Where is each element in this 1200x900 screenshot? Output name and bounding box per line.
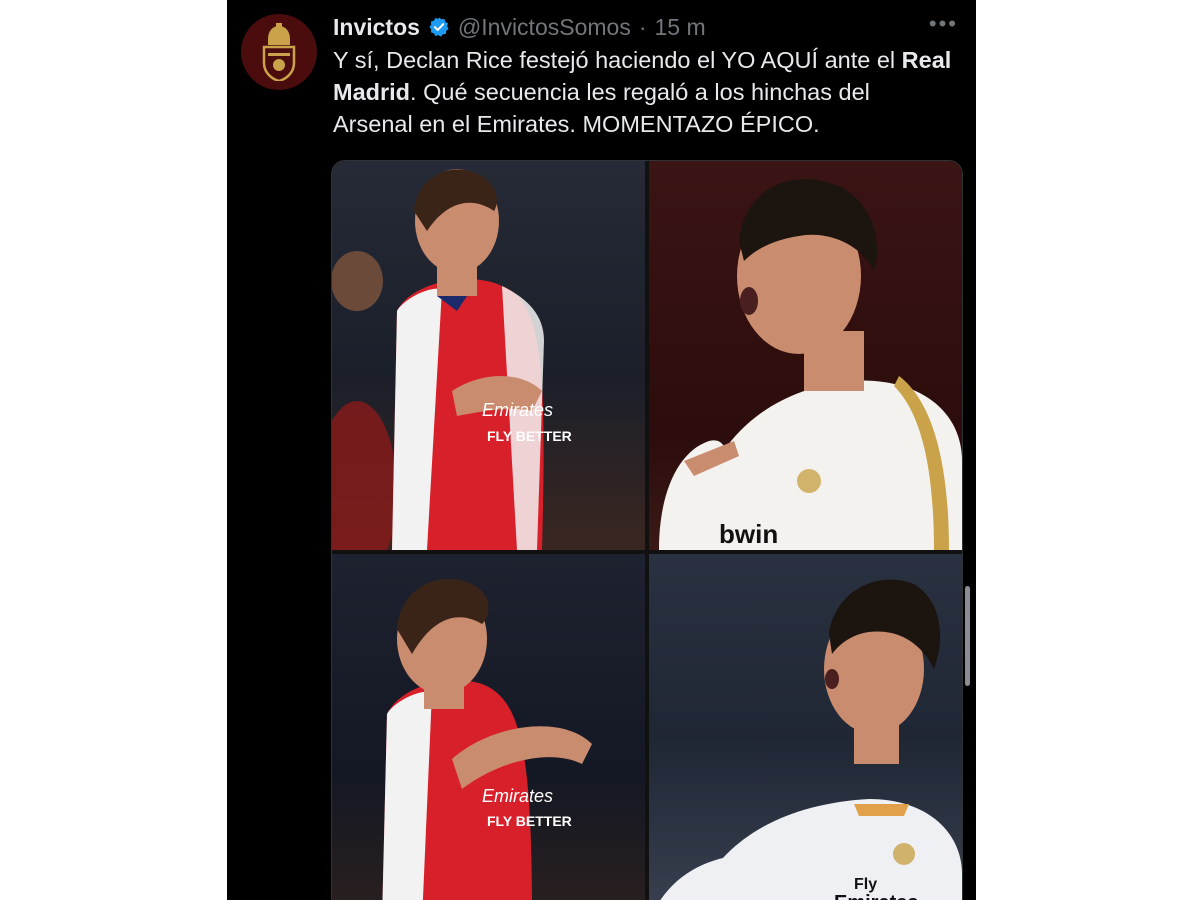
tweet-timestamp[interactable]: 15 m bbox=[655, 13, 706, 41]
player-figure: bwin bbox=[659, 179, 962, 550]
separator-dot: · bbox=[638, 14, 647, 40]
scrollbar[interactable] bbox=[965, 586, 970, 686]
sponsor-subtext: Emirates bbox=[834, 892, 919, 900]
author-handle[interactable]: @InvictosSomos bbox=[458, 13, 631, 41]
sponsor-subtext: FLY BETTER bbox=[487, 813, 572, 829]
player-figure: Emirates FLY BETTER bbox=[332, 169, 572, 550]
declan-rice-photo-2[interactable]: Emirates FLY BETTER bbox=[332, 554, 645, 900]
more-horizontal-icon[interactable]: ••• bbox=[929, 13, 958, 35]
sponsor-text: bwin bbox=[719, 519, 778, 549]
tweet-text-part1: Y sí, Declan Rice festejó haciendo el YO… bbox=[333, 47, 902, 73]
media-grid: Emirates FLY BETTER bwin Emirates FLY BE… bbox=[331, 160, 963, 900]
player-figure: Emirates FLY BETTER bbox=[382, 579, 592, 900]
sponsor-text: Emirates bbox=[482, 400, 553, 420]
tweet-screen: Invictos @InvictosSomos · 15 m ••• Y sí,… bbox=[227, 0, 976, 900]
sponsor-subtext: FLY BETTER bbox=[487, 428, 572, 444]
declan-rice-photo-1[interactable]: Emirates FLY BETTER bbox=[332, 161, 645, 550]
tweet-text: Y sí, Declan Rice festejó haciendo el YO… bbox=[333, 44, 953, 140]
cristiano-ronaldo-photo-1[interactable]: bwin bbox=[649, 161, 962, 550]
avatar[interactable] bbox=[241, 14, 317, 90]
sponsor-text: Fly bbox=[854, 876, 877, 893]
tweet-header: Invictos @InvictosSomos · 15 m bbox=[333, 13, 706, 41]
cristiano-ronaldo-photo-2[interactable]: Fly Emirates bbox=[649, 554, 962, 900]
player-figure: Fly Emirates bbox=[660, 579, 962, 900]
verified-badge-icon bbox=[429, 17, 449, 37]
sponsor-text: Emirates bbox=[482, 786, 553, 806]
spartan-helmet-logo-icon bbox=[262, 23, 296, 81]
tweet-text-part2: . Qué secuencia les regaló a los hinchas… bbox=[333, 79, 870, 137]
author-name[interactable]: Invictos bbox=[333, 13, 420, 41]
